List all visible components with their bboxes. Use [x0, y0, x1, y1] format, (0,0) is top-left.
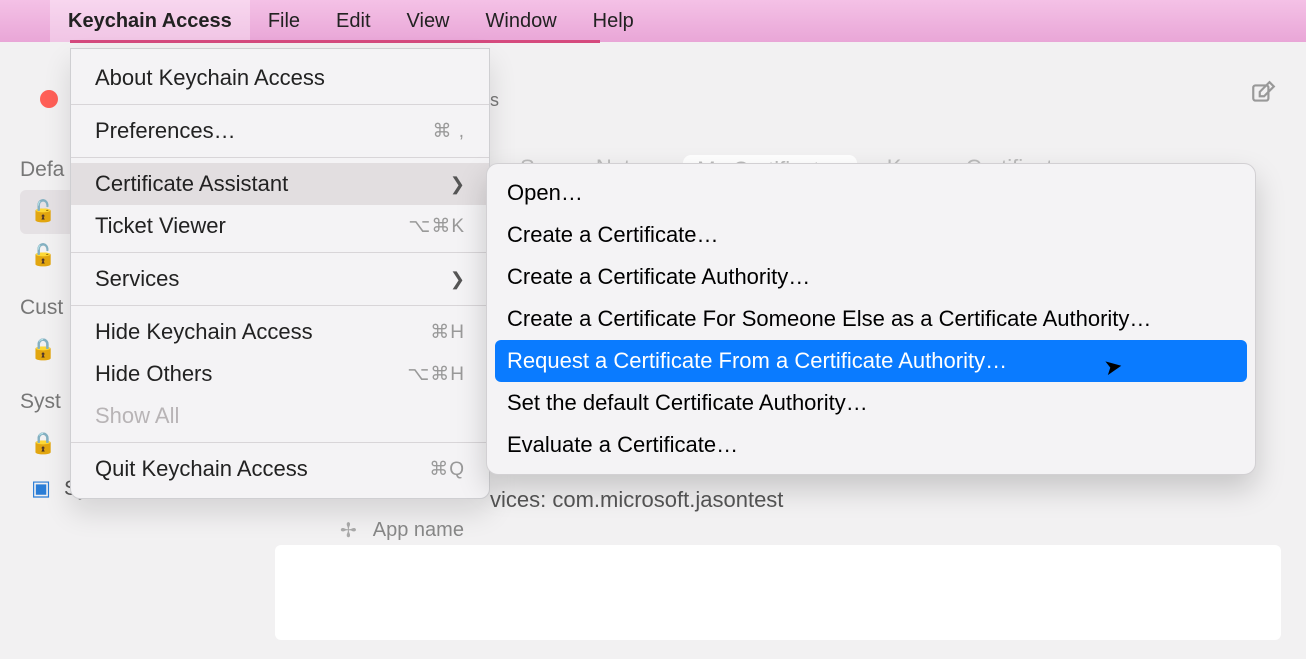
certificate-assistant-submenu: Open… Create a Certificate… Create a Cer…	[486, 163, 1256, 475]
traffic-lights[interactable]	[40, 90, 58, 108]
lock-closed-icon: 🔒	[30, 338, 52, 362]
menu-show-all-label: Show All	[95, 403, 179, 429]
shortcut: ⌥⌘K	[408, 215, 465, 238]
menu-about[interactable]: About Keychain Access	[71, 57, 489, 99]
lock-open-icon: 🔓	[30, 200, 52, 224]
folder-icon: ▣	[30, 476, 52, 501]
menu-certificate-assistant[interactable]: Certificate Assistant ❯	[71, 163, 489, 205]
compose-icon[interactable]	[1250, 80, 1276, 113]
submenu-set-default-ca[interactable]: Set the default Certificate Authority…	[487, 382, 1255, 424]
menu-quit-label: Quit Keychain Access	[95, 456, 308, 482]
menu-hide-app[interactable]: Hide Keychain Access ⌘H	[71, 311, 489, 353]
menu-services[interactable]: Services ❯	[71, 258, 489, 300]
menu-preferences-label: Preferences…	[95, 118, 236, 144]
content-panel	[275, 545, 1281, 640]
lock-open-icon: 🔓	[30, 244, 52, 268]
lock-closed-icon: 🔒	[30, 432, 52, 456]
chevron-right-icon: ❯	[450, 269, 465, 290]
shortcut: ⌘ ,	[432, 120, 465, 143]
active-menu-underline	[70, 40, 600, 43]
menu-help[interactable]: Help	[575, 0, 652, 42]
menu-view[interactable]: View	[389, 0, 468, 42]
menu-bar: Keychain Access File Edit View Window He…	[0, 0, 1306, 42]
menu-app[interactable]: Keychain Access	[50, 0, 250, 42]
menu-about-label: About Keychain Access	[95, 65, 325, 91]
app-menu-dropdown: About Keychain Access Preferences… ⌘ , Ce…	[70, 48, 490, 499]
submenu-evaluate[interactable]: Evaluate a Certificate…	[487, 424, 1255, 466]
submenu-create-certificate[interactable]: Create a Certificate…	[487, 214, 1255, 256]
menu-hide-others[interactable]: Hide Others ⌥⌘H	[71, 353, 489, 395]
close-button[interactable]	[40, 90, 58, 108]
submenu-create-for-else[interactable]: Create a Certificate For Someone Else as…	[487, 298, 1255, 340]
submenu-create-ca[interactable]: Create a Certificate Authority…	[487, 256, 1255, 298]
menu-ticket-viewer[interactable]: Ticket Viewer ⌥⌘K	[71, 205, 489, 247]
menu-show-all: Show All	[71, 395, 489, 437]
submenu-request-certificate[interactable]: Request a Certificate From a Certificate…	[495, 340, 1247, 382]
menu-cert-assistant-label: Certificate Assistant	[95, 171, 288, 197]
menu-hide-app-label: Hide Keychain Access	[95, 319, 313, 345]
menu-ticket-viewer-label: Ticket Viewer	[95, 213, 226, 239]
crosshair-icon: ✢	[340, 518, 357, 543]
shortcut: ⌘Q	[429, 458, 465, 481]
menu-services-label: Services	[95, 266, 179, 292]
shortcut: ⌘H	[430, 321, 465, 344]
content-text: vices: com.microsoft.jasontest	[490, 487, 783, 513]
chevron-right-icon: ❯	[450, 174, 465, 195]
submenu-open[interactable]: Open…	[487, 172, 1255, 214]
app-name-row: ✢ App name	[340, 518, 464, 543]
app-name-label: App name	[373, 519, 464, 542]
menu-file[interactable]: File	[250, 0, 318, 42]
menu-quit[interactable]: Quit Keychain Access ⌘Q	[71, 448, 489, 490]
menu-preferences[interactable]: Preferences… ⌘ ,	[71, 110, 489, 152]
title-suffix: s	[490, 90, 499, 111]
menu-edit[interactable]: Edit	[318, 0, 388, 42]
menu-hide-others-label: Hide Others	[95, 361, 212, 387]
menu-window[interactable]: Window	[468, 0, 575, 42]
shortcut: ⌥⌘H	[407, 363, 465, 386]
